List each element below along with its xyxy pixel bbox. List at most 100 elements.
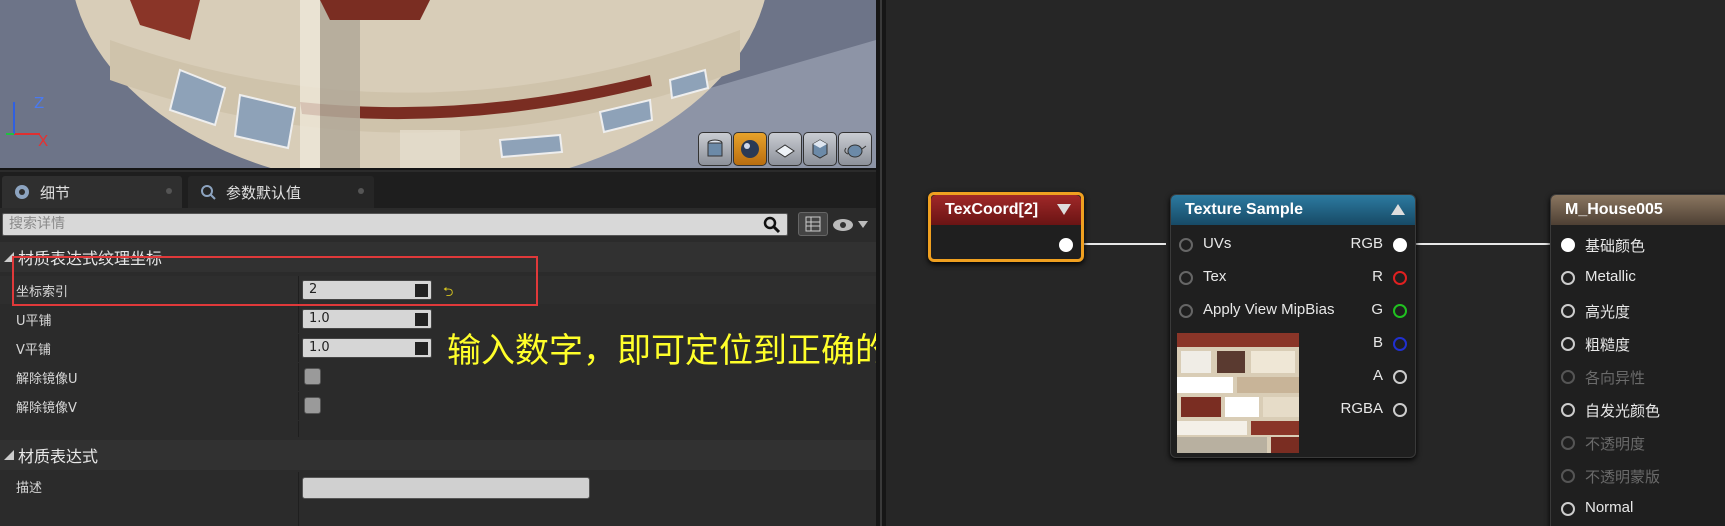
- search-details-input[interactable]: 搜索详情: [2, 213, 788, 236]
- tab-details[interactable]: 细节: [2, 176, 182, 208]
- material-input-row: Metallic: [1561, 268, 1721, 288]
- material-input-label: 基础颜色: [1585, 238, 1646, 255]
- wire-rgb-to-base-color[interactable]: [1407, 243, 1563, 245]
- unmirror-v-checkbox[interactable]: [304, 397, 321, 414]
- output-rgba-pin[interactable]: [1393, 403, 1407, 417]
- material-input-row: 自发光颜色: [1561, 400, 1721, 420]
- output-rgba-label: RGBA: [1340, 400, 1383, 417]
- output-rgba-row: RGBA: [1307, 400, 1407, 420]
- column-divider: [298, 421, 299, 437]
- property-matrix-button[interactable]: [798, 212, 828, 236]
- section-expression-title: 材质表达式: [18, 447, 99, 466]
- material-graph-canvas[interactable]: TexCoord[2] Texture Sample UVs Tex Apply…: [886, 0, 1725, 526]
- output-r-label: R: [1372, 268, 1383, 285]
- material-input-label: Metallic: [1585, 268, 1636, 285]
- column-divider: [298, 363, 299, 391]
- material-input-label: 高光度: [1585, 304, 1631, 321]
- material-input-row: 高光度: [1561, 301, 1721, 321]
- unmirror-u-checkbox[interactable]: [304, 368, 321, 385]
- node-texture-sample[interactable]: Texture Sample UVs Tex Apply View MipBia…: [1170, 194, 1416, 458]
- node-material-header[interactable]: M_House005: [1551, 195, 1725, 225]
- axis-x-label: X: [38, 132, 49, 150]
- output-r-pin[interactable]: [1393, 271, 1407, 285]
- material-input-pin[interactable]: [1561, 502, 1575, 516]
- node-texcoord[interactable]: TexCoord[2]: [928, 192, 1084, 262]
- v-tiling-label: V平铺: [16, 343, 51, 358]
- search-placeholder: 搜索详情: [9, 216, 65, 232]
- material-input-pin[interactable]: [1561, 271, 1575, 285]
- chevron-down-icon: [858, 221, 868, 228]
- section-expression-header[interactable]: 材质表达式: [0, 440, 876, 470]
- material-input-pin[interactable]: [1561, 238, 1575, 252]
- material-input-label: Normal: [1585, 499, 1634, 516]
- material-input-pin[interactable]: [1561, 337, 1575, 351]
- output-g-label: G: [1371, 301, 1383, 318]
- drag-handle-icon[interactable]: [415, 342, 428, 355]
- material-input-pin[interactable]: [1561, 304, 1575, 318]
- column-divider: [298, 392, 299, 420]
- u-tiling-input[interactable]: 1.0: [302, 309, 432, 329]
- input-uvs-pin[interactable]: [1179, 238, 1193, 252]
- column-divider: [298, 472, 299, 526]
- material-input-pin[interactable]: [1561, 403, 1575, 417]
- node-texcoord-header[interactable]: TexCoord[2]: [931, 195, 1081, 225]
- output-g-row: G: [1307, 301, 1407, 321]
- output-rgb-pin[interactable]: [1393, 238, 1407, 252]
- tab-details-label: 细节: [40, 183, 71, 202]
- output-a-row: A: [1307, 367, 1407, 387]
- output-b-row: B: [1307, 334, 1407, 354]
- wire-texcoord-to-uvs[interactable]: [1084, 243, 1166, 245]
- v-tiling-input[interactable]: 1.0: [302, 338, 432, 358]
- input-tex-label: Tex: [1203, 268, 1227, 285]
- material-input-row: 基础颜色: [1561, 235, 1721, 255]
- parameter-icon: [201, 185, 216, 200]
- material-input-label: 粗糙度: [1585, 337, 1631, 354]
- preview-sphere-button[interactable]: [733, 132, 767, 166]
- preview-plane-button[interactable]: [768, 132, 802, 166]
- output-a-pin[interactable]: [1393, 370, 1407, 384]
- description-label: 描述: [16, 481, 43, 496]
- material-input-label: 自发光颜色: [1585, 403, 1661, 420]
- output-r-row: R: [1307, 268, 1407, 288]
- search-icon[interactable]: [763, 216, 781, 234]
- search-row: 搜索详情: [0, 210, 876, 240]
- output-a-label: A: [1372, 367, 1383, 384]
- plane-icon: [775, 144, 795, 158]
- output-b-pin[interactable]: [1393, 337, 1407, 351]
- drag-handle-icon[interactable]: [415, 313, 428, 326]
- output-g-pin[interactable]: [1393, 304, 1407, 318]
- texcoord-output-pin[interactable]: [1059, 238, 1073, 252]
- preview-teapot-button[interactable]: [838, 132, 872, 166]
- u-tiling-label: U平铺: [16, 314, 52, 329]
- prop-unmirror-v: 解除镜像V: [0, 392, 876, 420]
- material-input-label: 不透明度: [1585, 436, 1646, 453]
- description-input[interactable]: [302, 477, 590, 499]
- material-preview-viewport[interactable]: Z X: [0, 0, 876, 170]
- material-input-row: 不透明蒙版: [1561, 466, 1721, 486]
- panel-splitter[interactable]: [876, 0, 886, 526]
- tab-parameter-defaults[interactable]: 参数默认值: [188, 176, 374, 208]
- node-material-result[interactable]: M_House005 基础颜色 Metallic 高光度 粗糙度 各向异性 自发光颜色 不透…: [1550, 194, 1725, 526]
- node-texture-sample-header[interactable]: Texture Sample: [1171, 195, 1415, 225]
- tab-parameter-dot: [358, 188, 364, 194]
- table-icon: [805, 216, 821, 232]
- material-input-pin[interactable]: [1561, 469, 1575, 483]
- material-input-pin[interactable]: [1561, 436, 1575, 450]
- input-tex-pin[interactable]: [1179, 271, 1193, 285]
- view-options-button[interactable]: [832, 214, 872, 236]
- column-divider: [298, 305, 299, 333]
- material-input-row: 不透明度: [1561, 433, 1721, 453]
- splitter-grip[interactable]: [880, 0, 882, 526]
- cube-icon: [812, 139, 828, 159]
- preview-cylinder-button[interactable]: [698, 132, 732, 166]
- expand-arrow-icon[interactable]: [1057, 204, 1071, 216]
- input-mipbias-pin[interactable]: [1179, 304, 1193, 318]
- collapse-arrow-icon[interactable]: [1391, 204, 1405, 216]
- unmirror-u-label: 解除镜像U: [16, 372, 78, 387]
- tab-details-dot: [166, 188, 172, 194]
- node-texture-sample-title: Texture Sample: [1185, 201, 1303, 218]
- material-input-pin[interactable]: [1561, 370, 1575, 384]
- u-tiling-value: 1.0: [309, 311, 330, 326]
- eye-icon: [833, 219, 853, 231]
- preview-cube-button[interactable]: [803, 132, 837, 166]
